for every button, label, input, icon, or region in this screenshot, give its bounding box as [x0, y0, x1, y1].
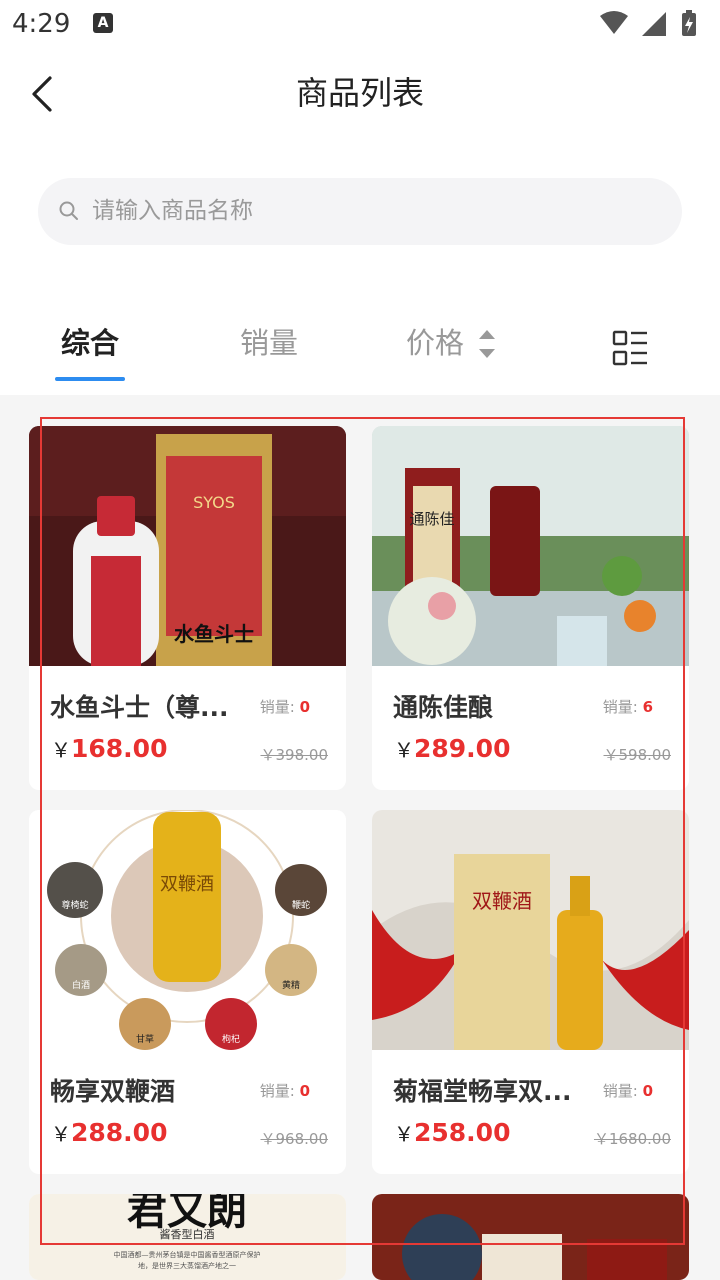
product-price: ￥168.00	[51, 734, 168, 763]
product-price: ￥258.00	[394, 1118, 511, 1147]
original-price: ￥1680.00	[593, 1130, 671, 1148]
page-title: 商品列表	[295, 74, 424, 112]
svg-text:白酒: 白酒	[72, 979, 90, 991]
battery-icon	[682, 10, 696, 36]
svg-text:双鞭酒: 双鞭酒	[160, 874, 214, 895]
search-icon	[59, 201, 78, 220]
product-name: 菊福堂畅享双...	[393, 1077, 572, 1106]
svg-text:尊椅蛇: 尊椅蛇	[61, 899, 88, 911]
sort-arrows-icon[interactable]	[476, 326, 498, 362]
svg-text:枸杞: 枸杞	[222, 1033, 240, 1045]
tab-comprehensive[interactable]: 综合	[61, 320, 119, 362]
product-card-5[interactable]: 君又朗 酱香型白酒 中国酒都—贵州茅台镇是中国酱香型酒原产保护 地，是世界三大蒸…	[29, 1194, 346, 1280]
sales-count: 销量: 0	[602, 1082, 653, 1100]
product-image-3: 双鞭酒 尊椅蛇 白酒 甘草 枸杞 黄精 鞭蛇	[29, 810, 346, 1050]
svg-text:通陈佳: 通陈佳	[409, 510, 454, 528]
svg-text:甘草: 甘草	[136, 1033, 154, 1045]
product-image-1: SYOS 水鱼斗士	[29, 426, 346, 666]
sales-count: 销量: 0	[259, 1082, 310, 1100]
sales-count: 销量: 6	[602, 698, 653, 716]
product-name: 水鱼斗士（尊...	[50, 693, 229, 722]
svg-text:黄精: 黄精	[282, 979, 300, 991]
svg-text:中国酒都—贵州茅台镇是中国酱香型酒原产保护: 中国酒都—贵州茅台镇是中国酱香型酒原产保护	[114, 1250, 261, 1259]
product-card-1[interactable]: SYOS 水鱼斗士 水鱼斗士（尊... 销量: 0 ￥168.00 ￥398.0…	[29, 426, 346, 790]
product-image-4: 双鞭酒	[372, 810, 689, 1050]
status-bar: 4:29 A	[0, 0, 720, 50]
product-card-6[interactable]	[372, 1194, 689, 1280]
keyboard-notification-icon: A	[93, 13, 113, 33]
product-price: ￥289.00	[394, 734, 511, 763]
svg-text:酱香型白酒: 酱香型白酒	[160, 1227, 215, 1241]
product-card-3[interactable]: 双鞭酒 尊椅蛇 白酒 甘草 枸杞 黄精 鞭蛇 畅享双鞭酒 销量: 0 ￥288.…	[29, 810, 346, 1174]
search-input[interactable]	[92, 190, 652, 232]
search-bar[interactable]	[38, 178, 682, 245]
status-time: 4:29	[12, 9, 71, 39]
wifi-icon	[600, 11, 628, 34]
original-price: ￥598.00	[603, 746, 672, 764]
active-tab-indicator	[55, 377, 125, 381]
product-image-2: 通陈佳	[372, 426, 689, 666]
svg-text:鞭蛇: 鞭蛇	[292, 899, 310, 911]
original-price: ￥968.00	[260, 1130, 329, 1148]
product-card-2[interactable]: 通陈佳 通陈佳酿 销量: 6 ￥289.00 ￥598.00	[372, 426, 689, 790]
product-image-6	[372, 1194, 689, 1280]
cell-signal-icon	[642, 12, 666, 36]
layout-toggle-icon[interactable]	[612, 330, 648, 366]
status-icons	[600, 10, 696, 36]
tab-sales[interactable]: 销量	[240, 320, 298, 362]
product-price: ￥288.00	[51, 1118, 168, 1147]
svg-text:地，是世界三大蒸馏酒产地之一: 地，是世界三大蒸馏酒产地之一	[138, 1261, 236, 1270]
svg-text:双鞭酒: 双鞭酒	[472, 889, 532, 913]
svg-text:水鱼斗士: 水鱼斗士	[174, 622, 254, 646]
product-image-5: 君又朗 酱香型白酒 中国酒都—贵州茅台镇是中国酱香型酒原产保护 地，是世界三大蒸…	[29, 1194, 346, 1280]
product-name: 通陈佳酿	[393, 693, 494, 722]
product-card-4[interactable]: 双鞭酒 菊福堂畅享双... 销量: 0 ￥258.00 ￥1680.00	[372, 810, 689, 1174]
sales-count: 销量: 0	[259, 698, 310, 716]
original-price: ￥398.00	[260, 746, 329, 764]
svg-text:SYOS: SYOS	[193, 493, 235, 512]
tab-price[interactable]: 价格	[406, 320, 464, 362]
product-name: 畅享双鞭酒	[50, 1077, 176, 1106]
